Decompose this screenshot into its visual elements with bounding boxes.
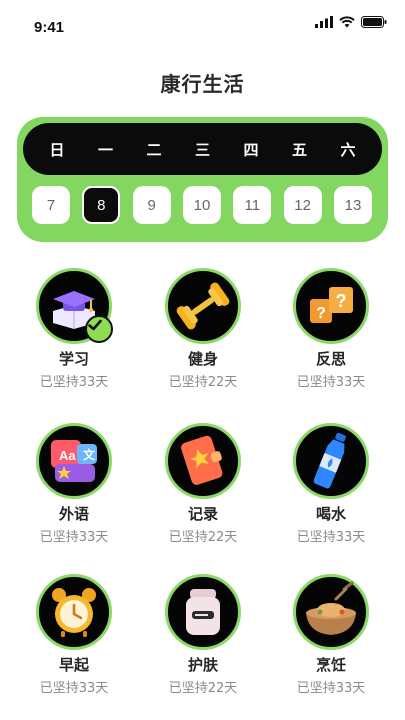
status-icons bbox=[315, 16, 387, 28]
habit-icon-circle[interactable]: ? ? bbox=[293, 268, 369, 344]
habit-streak: 已坚持22天 bbox=[168, 681, 238, 696]
habit-streak: 已坚持33天 bbox=[39, 681, 109, 696]
weekday-tue: 二 bbox=[146, 140, 162, 159]
date-chip[interactable]: 9 bbox=[132, 186, 171, 224]
date-chip[interactable]: 7 bbox=[32, 186, 70, 224]
language-cards-icon: Aa 文 bbox=[51, 440, 97, 482]
dumbbell-icon bbox=[176, 282, 230, 330]
habit-streak: 已坚持33天 bbox=[296, 375, 366, 390]
habit-item-fitness[interactable]: 健身 已坚持22天 bbox=[143, 268, 263, 390]
habit-item-wake-early[interactable]: 早起 已坚持33天 bbox=[14, 574, 134, 696]
date-chip-selected[interactable]: 8 bbox=[82, 186, 121, 224]
habit-name: 健身 bbox=[187, 350, 218, 368]
check-icon bbox=[85, 315, 113, 343]
habit-name: 学习 bbox=[58, 350, 89, 368]
date-chip[interactable]: 13 bbox=[333, 186, 372, 224]
habit-item-cooking[interactable]: 烹饪 已坚持33天 bbox=[271, 574, 391, 696]
habit-streak: 已坚持22天 bbox=[168, 375, 238, 390]
cooking-pot-icon bbox=[306, 581, 356, 635]
date-chip[interactable]: 12 bbox=[283, 186, 322, 224]
weekday-wed: 三 bbox=[194, 140, 210, 159]
weekday-sat: 六 bbox=[340, 140, 356, 159]
wifi-icon bbox=[339, 16, 355, 28]
date-chip[interactable]: 10 bbox=[182, 186, 221, 224]
alarm-clock-icon bbox=[52, 588, 96, 637]
page-title: 康行生活 bbox=[160, 72, 245, 96]
svg-text:?: ? bbox=[336, 291, 347, 311]
question-cubes-icon: ? ? bbox=[310, 287, 353, 323]
svg-text:?: ? bbox=[316, 305, 326, 322]
habit-icon-circle[interactable] bbox=[36, 574, 112, 650]
battery-icon bbox=[361, 16, 387, 28]
status-bar: 9:41 bbox=[0, 0, 405, 56]
habit-icon-circle[interactable] bbox=[165, 423, 241, 499]
habit-item-skincare[interactable]: 护肤 已坚持22天 bbox=[143, 574, 263, 696]
habit-streak: 已坚持22天 bbox=[168, 530, 238, 545]
date-chip[interactable]: 11 bbox=[233, 186, 272, 224]
weekday-header: 日 一 二 三 四 五 六 bbox=[23, 123, 382, 175]
habit-item-study[interactable]: 学习 已坚持33天 bbox=[14, 268, 134, 390]
habit-name: 早起 bbox=[58, 656, 89, 674]
skincare-jar-icon bbox=[186, 589, 220, 635]
habit-name: 护肤 bbox=[187, 656, 218, 674]
habit-streak: 已坚持33天 bbox=[296, 681, 366, 696]
status-time: 9:41 bbox=[34, 19, 65, 36]
habit-name: 烹饪 bbox=[315, 656, 346, 674]
weekday-sun: 日 bbox=[49, 140, 65, 159]
week-calendar: 日 一 二 三 四 五 六 7 8 9 10 11 12 13 bbox=[17, 117, 388, 242]
weekday-fri: 五 bbox=[291, 140, 307, 159]
habit-icon-circle[interactable] bbox=[293, 574, 369, 650]
habit-item-water[interactable]: 喝水 已坚持33天 bbox=[271, 423, 391, 545]
habit-item-language[interactable]: Aa 文 外语 已坚持33天 bbox=[14, 423, 134, 545]
habit-name: 反思 bbox=[315, 350, 346, 368]
habit-item-record[interactable]: 记录 已坚持22天 bbox=[143, 423, 263, 545]
signal-icon bbox=[315, 16, 333, 28]
habit-icon-circle[interactable] bbox=[165, 268, 241, 344]
habit-name: 喝水 bbox=[315, 505, 346, 523]
habit-icon-circle[interactable] bbox=[36, 268, 113, 344]
habit-name: 外语 bbox=[58, 505, 89, 523]
date-row: 7 8 9 10 11 12 13 bbox=[32, 186, 372, 224]
svg-text:Aa: Aa bbox=[59, 448, 76, 463]
habit-streak: 已坚持33天 bbox=[39, 530, 109, 545]
svg-text:文: 文 bbox=[83, 447, 96, 462]
habit-streak: 已坚持33天 bbox=[39, 375, 109, 390]
habit-icon-circle[interactable] bbox=[293, 423, 369, 499]
weekday-mon: 一 bbox=[97, 140, 113, 159]
habit-icon-circle[interactable]: Aa 文 bbox=[36, 423, 112, 499]
habit-streak: 已坚持33天 bbox=[296, 530, 366, 545]
weekday-thu: 四 bbox=[243, 140, 259, 159]
habit-name: 记录 bbox=[187, 505, 218, 523]
habit-item-reflect[interactable]: ? ? 反思 已坚持33天 bbox=[271, 268, 391, 390]
notebook-icon bbox=[181, 435, 223, 485]
water-bottle-icon bbox=[313, 432, 346, 489]
habit-icon-circle[interactable] bbox=[165, 574, 241, 650]
